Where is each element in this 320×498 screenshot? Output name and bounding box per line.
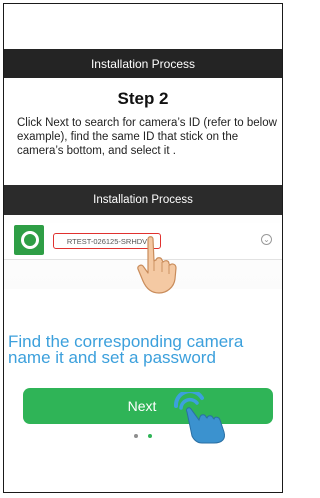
next-button[interactable]: Next bbox=[23, 388, 273, 424]
example-header: Installation Process bbox=[4, 185, 282, 215]
step-instruction: Click Next to search for camera’s ID (re… bbox=[17, 117, 277, 157]
example-screenshot: Installation Process RTEST-026125-SRHDV … bbox=[4, 185, 282, 294]
pager-dot-1[interactable] bbox=[134, 434, 138, 438]
camera-icon bbox=[14, 225, 44, 255]
select-chevron-icon[interactable]: ⌄ bbox=[261, 234, 272, 245]
pager-dot-2[interactable] bbox=[148, 434, 152, 438]
example-header-title: Installation Process bbox=[93, 194, 193, 206]
app-screen: Installation Process Step 2 Click Next t… bbox=[3, 3, 283, 493]
caption-line-2: name it and set a password bbox=[8, 348, 216, 367]
pager-dots bbox=[4, 434, 282, 438]
page-header: Installation Process bbox=[4, 49, 282, 78]
instruction-caption: Find the corresponding camera name it an… bbox=[8, 333, 282, 367]
step-title: Step 2 bbox=[117, 89, 169, 108]
page-title: Installation Process bbox=[90, 56, 196, 71]
pointing-hand-icon bbox=[137, 236, 177, 294]
next-button-label: Next bbox=[127, 398, 157, 414]
